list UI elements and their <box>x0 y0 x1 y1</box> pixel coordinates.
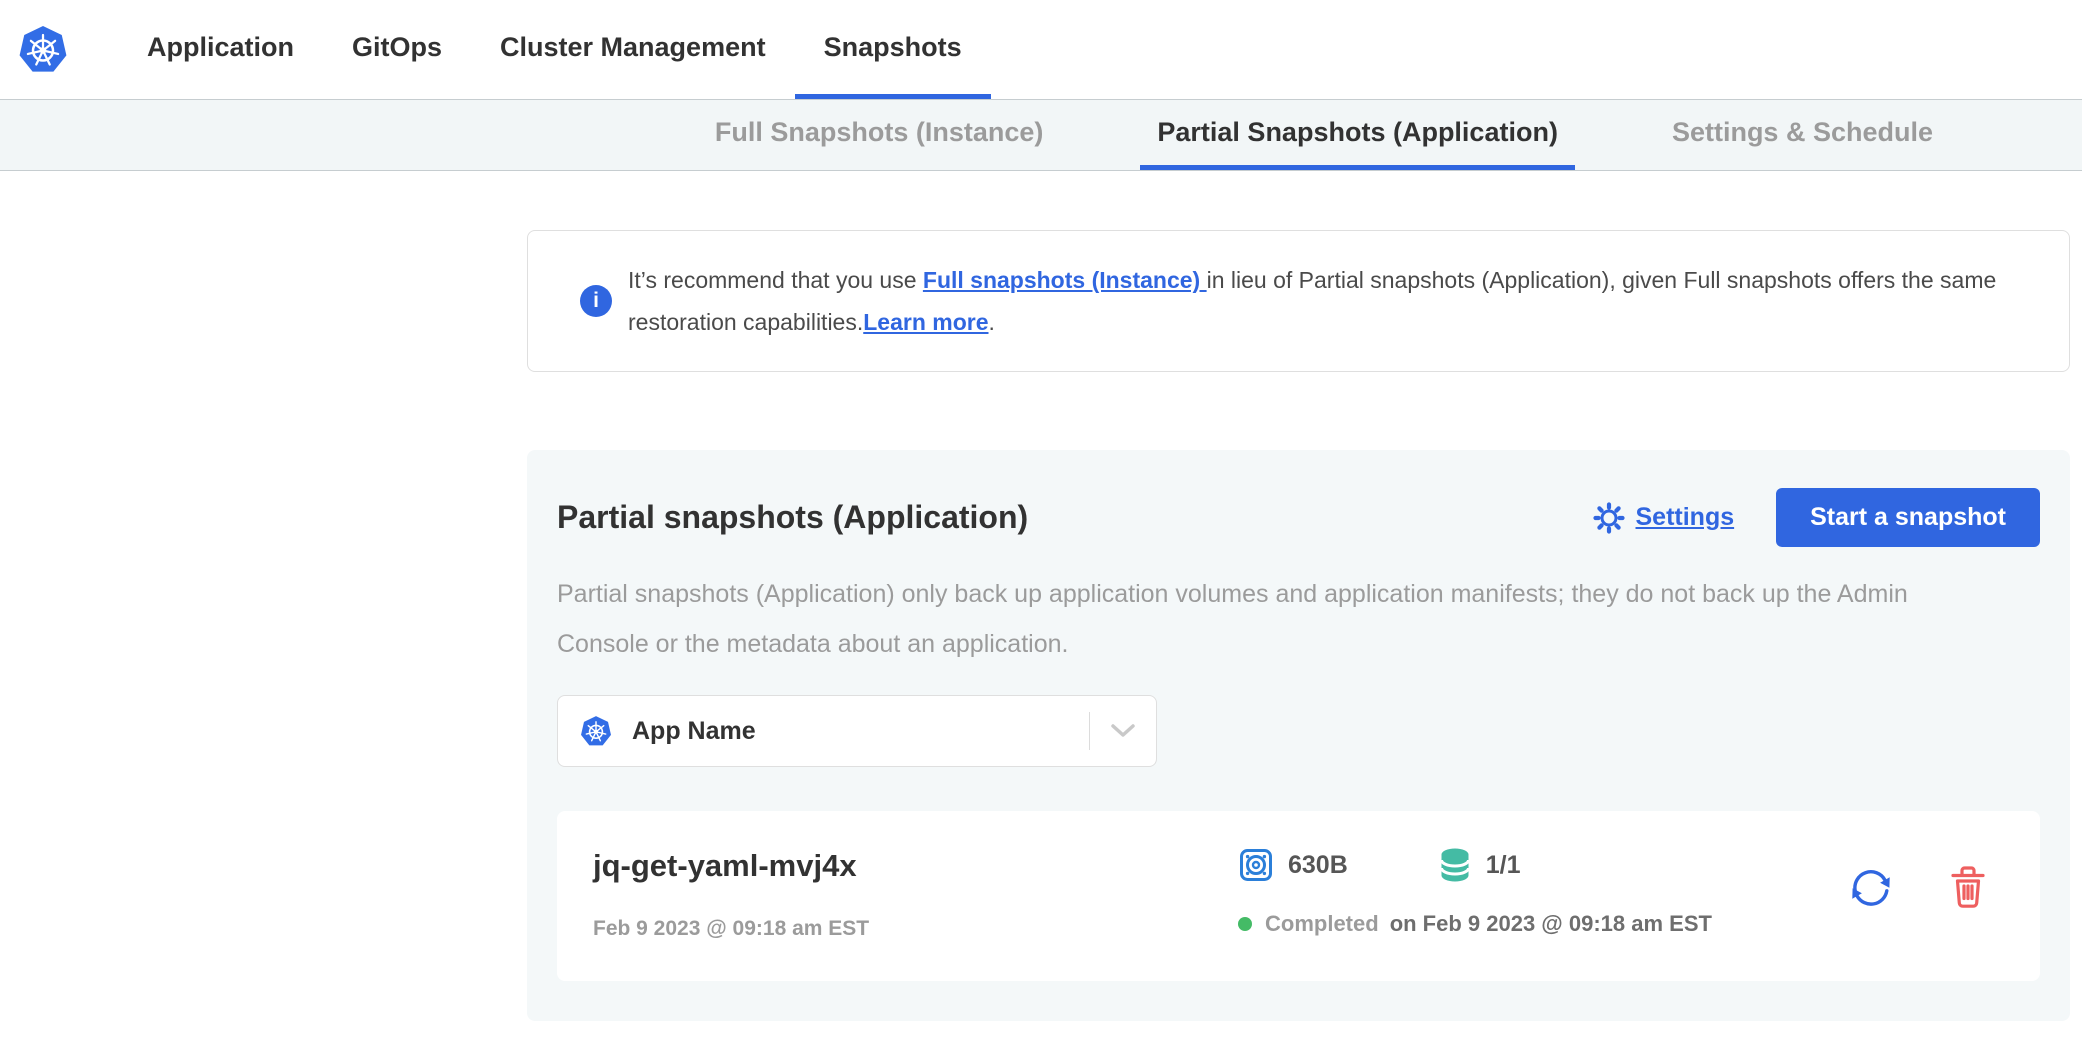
snapshots-sub-nav: Full Snapshots (Instance) Partial Snapsh… <box>0 99 2082 171</box>
snapshot-volumes: 1/1 <box>1486 851 1521 880</box>
main-content: i It’s recommend that you use Full snaps… <box>527 230 2070 1021</box>
snapshot-details: 630B 1/1 <box>1238 847 1846 937</box>
snapshot-stats: 630B 1/1 <box>1238 847 1846 883</box>
top-nav-links: Application GitOps Cluster Management Sn… <box>118 0 991 99</box>
settings-link-label: Settings <box>1636 503 1735 532</box>
snapshot-size-stat: 630B <box>1238 847 1348 883</box>
snapshot-name[interactable]: jq-get-yaml-mvj4x <box>593 847 1238 885</box>
top-nav: Application GitOps Cluster Management Sn… <box>0 0 2082 99</box>
info-text-start: It’s recommend that you use <box>628 267 923 293</box>
disk-size-icon <box>1238 847 1274 883</box>
tab-full-snapshots-instance[interactable]: Full Snapshots (Instance) <box>698 100 1061 170</box>
restore-icon[interactable] <box>1846 863 1896 913</box>
panel-description: Partial snapshots (Application) only bac… <box>557 569 1927 669</box>
partial-snapshots-panel: Partial snapshots (Application) <box>527 450 2070 1021</box>
snapshot-size: 630B <box>1288 851 1348 880</box>
database-volumes-icon <box>1438 847 1472 883</box>
status-detail: on Feb 9 2023 @ 09:18 am EST <box>1390 911 1712 937</box>
info-icon: i <box>580 285 612 317</box>
start-snapshot-button[interactable]: Start a snapshot <box>1776 488 2040 547</box>
app-select-value: App Name <box>632 717 756 746</box>
snapshot-created-date: Feb 9 2023 @ 09:18 am EST <box>593 917 1238 941</box>
chevron-down-icon[interactable] <box>1090 724 1156 738</box>
tab-settings-schedule[interactable]: Settings & Schedule <box>1655 100 1950 170</box>
kubernetes-logo-icon <box>18 24 68 76</box>
gear-icon <box>1593 502 1625 534</box>
panel-actions: Settings Start a snapshot <box>1593 488 2041 547</box>
snapshots-page: Application GitOps Cluster Management Sn… <box>0 0 2082 1056</box>
panel-header: Partial snapshots (Application) <box>557 488 2040 547</box>
status-dot-icon <box>1238 917 1252 931</box>
snapshot-actions <box>1846 863 2000 913</box>
snapshot-status: Completed on Feb 9 2023 @ 09:18 am EST <box>1238 911 1846 937</box>
learn-more-link[interactable]: Learn more <box>863 309 988 335</box>
nav-item-cluster-management[interactable]: Cluster Management <box>471 0 795 99</box>
info-banner-text: It’s recommend that you use Full snapsho… <box>628 259 2029 343</box>
kubernetes-icon <box>580 715 612 748</box>
full-snapshots-instance-link[interactable]: Full snapshots (Instance) <box>923 267 1207 293</box>
nav-item-snapshots[interactable]: Snapshots <box>795 0 991 99</box>
nav-item-application[interactable]: Application <box>118 0 323 99</box>
tab-partial-snapshots-application[interactable]: Partial Snapshots (Application) <box>1140 100 1575 170</box>
info-banner: i It’s recommend that you use Full snaps… <box>527 230 2070 372</box>
delete-icon[interactable] <box>1948 865 1988 911</box>
snapshot-settings-link[interactable]: Settings <box>1593 502 1735 534</box>
snapshot-identity: jq-get-yaml-mvj4x Feb 9 2023 @ 09:18 am … <box>593 847 1238 941</box>
nav-item-gitops[interactable]: GitOps <box>323 0 471 99</box>
snapshot-volumes-stat: 1/1 <box>1438 847 1521 883</box>
status-label: Completed <box>1265 911 1379 937</box>
panel-title: Partial snapshots (Application) <box>557 499 1593 536</box>
info-text-end: . <box>989 309 995 335</box>
snapshot-row: jq-get-yaml-mvj4x Feb 9 2023 @ 09:18 am … <box>557 811 2040 981</box>
app-name-select[interactable]: App Name <box>557 695 1157 767</box>
